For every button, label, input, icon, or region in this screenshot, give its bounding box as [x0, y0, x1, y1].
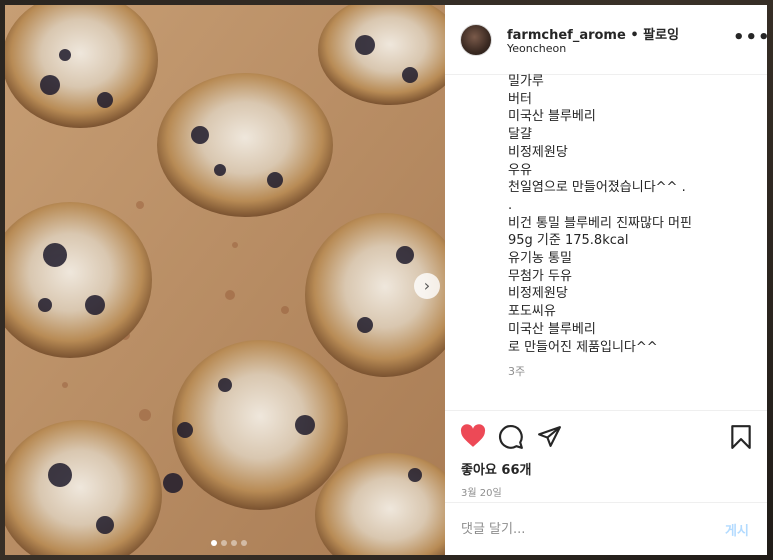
caption-line: 미국산 블루베리 [508, 109, 596, 125]
username-row: farmchef_arome • 팔로잉 [507, 24, 679, 43]
post-photo[interactable]: › [5, 5, 445, 555]
caption-line: 비건 통밀 블루베리 진짜많다 머핀 [508, 215, 692, 231]
post-caption: 밀가루 버터 미국산 블루베리 달걀 비정제원당 우유 천일염으로 만들어졌습니… [508, 73, 758, 356]
caption-line: 우유 [508, 162, 532, 178]
chevron-right-icon: › [423, 276, 431, 295]
separator-dot: • [625, 28, 644, 43]
carousel-dot [221, 540, 227, 546]
post-date[interactable]: 3월 20일 [461, 484, 502, 499]
bookmark-icon[interactable] [730, 424, 752, 454]
username-link[interactable]: farmchef_arome [507, 28, 626, 43]
post-header: farmchef_arome • 팔로잉 Yeoncheon ••• [445, 5, 770, 75]
more-options-button[interactable]: ••• [733, 27, 771, 48]
caption-line: 95g 기준 175.8kcal [508, 233, 629, 249]
carousel-dots [211, 540, 247, 546]
caption-line: 무첨가 두유 [508, 268, 572, 284]
comment-input[interactable] [461, 518, 691, 540]
carousel-dot [211, 540, 217, 546]
avatar[interactable] [460, 24, 492, 56]
likes-count[interactable]: 좋아요 66개 [461, 459, 531, 478]
caption-line: . [508, 197, 513, 213]
location-link[interactable]: Yeoncheon [507, 42, 566, 55]
caption-line: 밀가루 [508, 74, 544, 89]
caption-time-ago[interactable]: 3주 [508, 363, 525, 379]
comment-icon[interactable] [498, 424, 524, 454]
caption-line: 비정제원당 [508, 286, 568, 302]
following-button[interactable]: 팔로잉 [643, 28, 679, 43]
carousel-dot [231, 540, 237, 546]
caption-line: 로 만들어진 제품입니다^^ [508, 339, 658, 355]
caption-line: 포도씨유 [508, 304, 556, 320]
more-horizontal-icon: ••• [733, 27, 771, 48]
caption-line: 비정제원당 [508, 144, 568, 160]
heart-filled-icon[interactable] [460, 424, 486, 452]
post-side-panel: farmchef_arome • 팔로잉 Yeoncheon ••• 밀가루 버… [445, 5, 770, 555]
comment-bar: 게시 [445, 502, 767, 555]
share-icon[interactable] [537, 424, 562, 453]
caption-line: 미국산 블루베리 [508, 321, 596, 337]
caption-line: 천일염으로 만들어졌습니다^^ . [508, 180, 686, 196]
caption-line: 달걀 [508, 127, 532, 143]
carousel-dot [241, 540, 247, 546]
post-comment-button[interactable]: 게시 [725, 520, 749, 539]
muffin-photo-image [5, 5, 445, 555]
caption-line: 버터 [508, 91, 532, 107]
caption-line: 유기농 통밀 [508, 251, 572, 267]
next-image-button[interactable]: › [414, 273, 440, 299]
